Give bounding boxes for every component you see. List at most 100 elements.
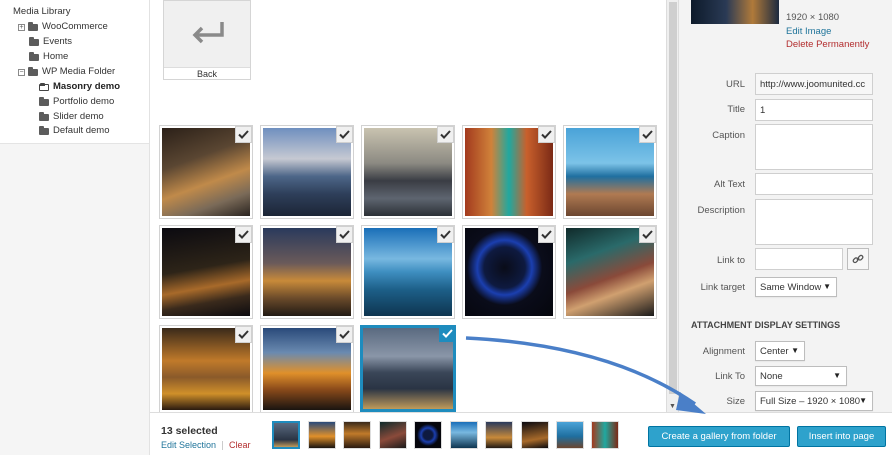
thumbnail-paris-night[interactable]	[260, 225, 354, 319]
selection-thumb[interactable]	[379, 421, 407, 449]
caption-label: Caption	[712, 130, 745, 141]
scroll-down-icon[interactable]: ▼	[669, 403, 676, 410]
delete-permanently-link[interactable]: Delete Permanently	[786, 39, 869, 50]
checkmark-icon[interactable]	[336, 126, 353, 143]
folder-icon	[39, 125, 49, 135]
media-grid: Back	[150, 0, 666, 413]
folder-icon	[29, 36, 39, 46]
description-field[interactable]	[755, 199, 873, 245]
edit-selection-link[interactable]: Edit Selection	[161, 440, 216, 450]
checkmark-icon[interactable]	[336, 226, 353, 243]
caption-field[interactable]	[755, 124, 873, 170]
folder-icon	[39, 111, 49, 121]
link-target-select[interactable]: Same Window ▼	[755, 277, 837, 297]
selection-thumb[interactable]	[414, 421, 442, 449]
checkmark-icon[interactable]	[235, 226, 252, 243]
checkmark-icon[interactable]	[538, 126, 555, 143]
tree-item-default-demo[interactable]: Default demo	[39, 124, 110, 138]
link-icon	[852, 254, 864, 264]
tree-item-media-library[interactable]: Media Library	[13, 5, 71, 19]
link-target-label: Link target	[700, 282, 745, 293]
dropdown-caret-icon: ▼	[823, 282, 831, 291]
checkmark-icon[interactable]	[235, 126, 252, 143]
selection-thumb[interactable]	[343, 421, 371, 449]
url-field[interactable]: http://www.joomunited.cc	[755, 73, 873, 95]
display-link-to-label: Link To	[715, 371, 745, 382]
folder-icon	[29, 51, 39, 61]
checkmark-icon[interactable]	[639, 126, 656, 143]
link-to-field[interactable]	[755, 248, 843, 270]
attachment-dimensions: 1920 × 1080	[786, 12, 840, 23]
thumbnail-night-street[interactable]	[159, 125, 253, 219]
back-tile[interactable]: Back	[163, 0, 251, 80]
thumbnail-wooden-pier[interactable]	[563, 125, 657, 219]
selection-thumb[interactable]	[308, 421, 336, 449]
link-to-label: Link to	[717, 255, 745, 266]
display-link-to-select[interactable]: None ▼	[755, 366, 847, 386]
tree-item-masonry-demo[interactable]: Masonry demo	[39, 80, 120, 94]
tree-item-portfolio-demo[interactable]: Portfolio demo	[39, 95, 114, 109]
thumbnail-night-coast[interactable]	[159, 225, 253, 319]
scrollbar-thumb[interactable]	[669, 2, 677, 394]
title-field[interactable]: 1	[755, 99, 873, 121]
dropdown-caret-icon: ▼	[859, 396, 867, 405]
selection-thumb[interactable]	[591, 421, 619, 449]
collapse-icon[interactable]: −	[18, 68, 25, 76]
description-label: Description	[697, 205, 745, 216]
expand-icon[interactable]: +	[18, 23, 25, 31]
insert-into-page-button[interactable]: Insert into page	[797, 426, 886, 447]
checkmark-icon[interactable]	[439, 325, 456, 342]
alignment-label: Alignment	[702, 346, 745, 357]
folder-icon	[28, 21, 38, 31]
edit-image-link[interactable]: Edit Image	[786, 26, 831, 37]
folder-icon	[28, 66, 38, 76]
thumbnail-ferris-wheel[interactable]	[462, 225, 556, 319]
tree-item-woocommerce[interactable]: + WooCommerce	[18, 20, 108, 34]
dropdown-caret-icon: ▼	[791, 346, 799, 355]
attachment-preview	[691, 0, 779, 24]
link-button[interactable]	[847, 248, 869, 270]
display-settings-heading: ATTACHMENT DISPLAY SETTINGS	[691, 320, 841, 330]
alt-text-label: Alt Text	[714, 179, 745, 190]
checkmark-icon[interactable]	[437, 126, 454, 143]
tree-item-events[interactable]: Events	[29, 35, 72, 49]
selection-thumb[interactable]	[485, 421, 513, 449]
tree-item-slider-demo[interactable]: Slider demo	[39, 110, 104, 124]
folder-open-icon	[39, 82, 49, 91]
media-toolbar: 13 selected Edit Selection Clear Create …	[150, 412, 892, 455]
clear-selection-link[interactable]: Clear	[229, 440, 251, 450]
thumbnail-brooklyn-bridge[interactable]	[360, 325, 456, 412]
selection-thumb[interactable]	[556, 421, 584, 449]
sidebar-empty-area	[0, 143, 149, 455]
url-label: URL	[725, 79, 745, 90]
selection-thumb[interactable]	[450, 421, 478, 449]
tree-item-home[interactable]: Home	[29, 50, 68, 64]
size-select[interactable]: Full Size – 1920 × 1080 ▼	[755, 391, 873, 411]
grid-scrollbar[interactable]: ▼	[666, 0, 678, 412]
thumbnail-lake-pier[interactable]	[361, 225, 455, 319]
create-gallery-button[interactable]: Create a gallery from folder	[648, 426, 790, 447]
tree-item-wp-media-folder[interactable]: − WP Media Folder	[18, 65, 115, 79]
folder-tree-sidebar: Media Library + WooCommerce Events Home …	[0, 0, 150, 455]
title-label: Title	[727, 104, 745, 115]
checkmark-icon[interactable]	[437, 226, 454, 243]
return-arrow-icon	[192, 22, 224, 44]
thumbnail-london-bridge[interactable]	[361, 125, 455, 219]
thumbnail-venice-canal[interactable]	[462, 125, 556, 219]
checkmark-icon[interactable]	[538, 226, 555, 243]
selected-count: 13 selected	[161, 425, 218, 437]
checkmark-icon[interactable]	[639, 226, 656, 243]
thumbnail-city-lights[interactable]	[159, 325, 253, 413]
selection-thumb[interactable]	[272, 421, 300, 449]
alt-text-field[interactable]	[755, 173, 873, 195]
checkmark-icon[interactable]	[336, 326, 353, 343]
folder-icon	[39, 96, 49, 106]
thumbnail-street-bokeh[interactable]	[563, 225, 657, 319]
selection-thumb[interactable]	[521, 421, 549, 449]
dropdown-caret-icon: ▼	[833, 371, 841, 380]
alignment-select[interactable]: Center ▼	[755, 341, 805, 361]
thumbnail-sunset-skyline[interactable]	[260, 325, 354, 413]
thumbnail-city-skyline[interactable]	[260, 125, 354, 219]
attachment-details-panel: 1920 × 1080 Edit Image Delete Permanentl…	[678, 0, 892, 412]
checkmark-icon[interactable]	[235, 326, 252, 343]
